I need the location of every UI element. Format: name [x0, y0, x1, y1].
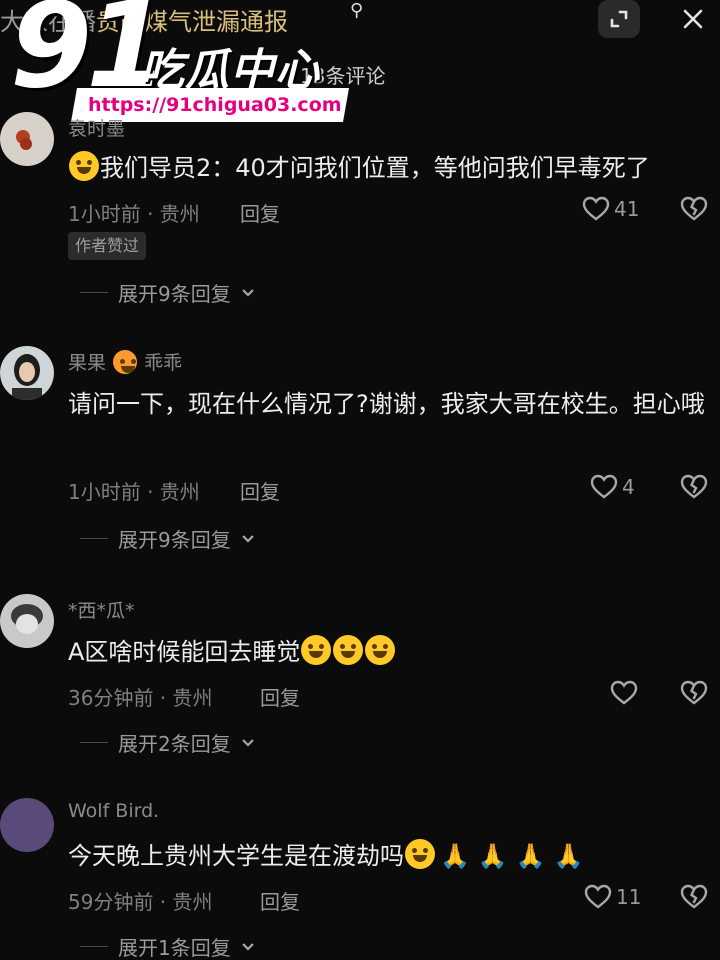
expand-replies-label: 展开9条回复 — [118, 282, 231, 306]
avatar[interactable] — [0, 798, 54, 852]
folded-hands-emoji: 🙏 — [553, 842, 584, 870]
dislike-button[interactable] — [680, 474, 708, 504]
like-button[interactable]: 4 — [590, 474, 635, 500]
dislike-button[interactable] — [680, 680, 708, 710]
expand-replies[interactable]: 展开2条回复 — [80, 728, 255, 757]
comment-time-location: 59分钟前 · 贵州 — [68, 890, 213, 914]
expand-replies[interactable]: 展开9条回复 — [80, 524, 255, 553]
comment-body: 今天晚上贵州大学生是在渡劫吗 — [68, 842, 404, 870]
avatar[interactable] — [0, 594, 54, 648]
smiling-face-emoji — [365, 635, 396, 665]
dizzy-face-emoji — [69, 151, 99, 181]
username-text: 果果 — [68, 352, 107, 374]
broken-heart-icon — [680, 884, 708, 909]
broken-heart-icon — [680, 196, 708, 221]
reply-button[interactable]: 回复 — [260, 682, 300, 711]
smiling-face-emoji — [301, 635, 332, 665]
comment-username[interactable]: *西*瓜* — [68, 596, 135, 623]
comment-username[interactable]: 袁时墨 — [68, 114, 125, 141]
comment-time-location: 1小时前 · 贵州 — [68, 480, 200, 504]
reply-button[interactable]: 回复 — [240, 198, 280, 227]
like-count: 11 — [616, 885, 642, 909]
heart-outline-icon — [582, 196, 610, 221]
avatar[interactable] — [0, 346, 54, 400]
chevron-down-icon — [241, 738, 254, 747]
smiling-face-emoji — [333, 635, 364, 665]
expand-replies-label: 展开1条回复 — [118, 936, 231, 960]
like-button[interactable]: 41 — [582, 196, 639, 222]
like-count: 41 — [614, 197, 640, 221]
watermark-url: https://91chigua03.com — [88, 94, 342, 116]
divider-line — [80, 538, 108, 539]
watermark-logo: 91 吃瓜中心 https://91chigua03.com — [10, 0, 360, 125]
comment-time-location: 1小时前 · 贵州 — [68, 202, 200, 226]
like-button[interactable] — [610, 680, 642, 706]
kissing-face-emoji — [113, 350, 138, 374]
folded-hands-emoji: 🙏 — [477, 842, 508, 870]
broken-heart-icon — [680, 680, 708, 705]
close-icon — [683, 9, 703, 29]
comment-text: 我们导员2：40才问我们位置，等他问我们早毒死了 — [68, 148, 708, 188]
avatar[interactable] — [0, 112, 54, 166]
dislike-button[interactable] — [680, 884, 708, 914]
comment-username[interactable]: 果果 乖乖 — [68, 348, 182, 375]
comment-body: 我们导员2：40才问我们位置，等他问我们早毒死了 — [100, 154, 650, 182]
chevron-down-icon — [241, 942, 254, 951]
folded-hands-emoji: 🙏 — [440, 842, 470, 870]
close-button[interactable] — [672, 0, 714, 38]
expand-replies-label: 展开2条回复 — [118, 732, 231, 756]
chevron-down-icon — [241, 534, 254, 543]
like-button[interactable]: 11 — [584, 884, 641, 910]
reply-button[interactable]: 回复 — [240, 476, 280, 505]
broken-heart-icon — [680, 474, 708, 499]
comment-text: A区啥时候能回去睡觉 — [68, 632, 708, 672]
expand-replies[interactable]: 展开9条回复 — [80, 278, 255, 307]
comment-body: A区啥时候能回去睡觉 — [68, 638, 301, 666]
folded-hands-emoji: 🙏 — [515, 842, 546, 870]
heart-outline-icon — [584, 884, 612, 909]
chevron-down-icon — [241, 288, 254, 297]
comment-text: 今天晚上贵州大学生是在渡劫吗 🙏 🙏 🙏 🙏 — [68, 836, 708, 876]
reply-button[interactable]: 回复 — [260, 886, 300, 915]
grinning-face-emoji — [405, 839, 435, 869]
like-count: 4 — [622, 475, 635, 499]
divider-line — [80, 946, 108, 947]
comment-time-location: 36分钟前 · 贵州 — [68, 686, 213, 710]
expand-replies[interactable]: 展开1条回复 — [80, 932, 255, 960]
expand-screen-icon — [610, 10, 628, 28]
expand-button[interactable] — [598, 0, 640, 38]
dislike-button[interactable] — [680, 196, 708, 226]
author-liked-badge: 作者赞过 — [68, 232, 147, 260]
divider-line — [80, 742, 108, 743]
divider-line — [80, 292, 108, 293]
comment-text: 请问一下，现在什么情况了?谢谢，我家大哥在校生。担心哦 — [68, 390, 705, 418]
comment-username[interactable]: Wolf Bird. — [68, 800, 159, 822]
username-suffix: 乖乖 — [144, 352, 183, 374]
expand-replies-label: 展开9条回复 — [118, 528, 231, 552]
heart-outline-icon — [610, 680, 638, 705]
heart-outline-icon — [590, 474, 618, 499]
